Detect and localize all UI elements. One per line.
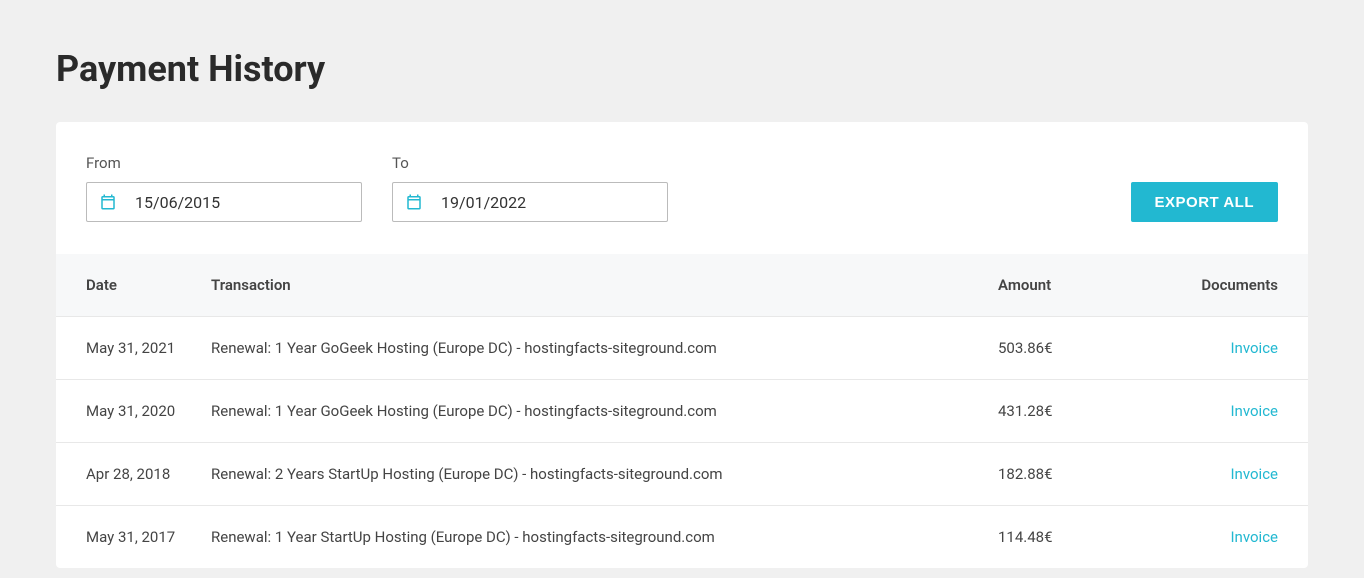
cell-amount: 431.28€ [998, 379, 1178, 442]
cell-date: May 31, 2021 [56, 316, 211, 379]
invoice-link[interactable]: Invoice [1230, 402, 1278, 420]
page-title: Payment History [56, 0, 1308, 122]
cell-documents: Invoice [1178, 379, 1308, 442]
header-transaction: Transaction [211, 254, 998, 316]
cell-documents: Invoice [1178, 442, 1308, 505]
cell-transaction: Renewal: 2 Years StartUp Hosting (Europe… [211, 442, 998, 505]
payments-table: Date Transaction Amount Documents May 31… [56, 254, 1308, 568]
export-all-button[interactable]: EXPORT ALL [1131, 182, 1278, 222]
calendar-icon [99, 193, 117, 211]
calendar-icon [405, 193, 423, 211]
to-date-input[interactable]: 19/01/2022 [392, 182, 668, 222]
table-row: May 31, 2017Renewal: 1 Year StartUp Host… [56, 505, 1308, 568]
table-header-row: Date Transaction Amount Documents [56, 254, 1308, 316]
panel: From 15/06/2015 To 19/01/2022 [56, 122, 1308, 568]
table-row: Apr 28, 2018Renewal: 2 Years StartUp Hos… [56, 442, 1308, 505]
cell-transaction: Renewal: 1 Year GoGeek Hosting (Europe D… [211, 379, 998, 442]
header-date: Date [56, 254, 211, 316]
from-field-group: From 15/06/2015 [86, 154, 362, 222]
cell-date: Apr 28, 2018 [56, 442, 211, 505]
cell-transaction: Renewal: 1 Year StartUp Hosting (Europe … [211, 505, 998, 568]
to-label: To [392, 154, 668, 172]
filter-bar: From 15/06/2015 To 19/01/2022 [56, 122, 1308, 254]
cell-date: May 31, 2017 [56, 505, 211, 568]
cell-amount: 114.48€ [998, 505, 1178, 568]
from-date-value: 15/06/2015 [135, 193, 220, 212]
table-row: May 31, 2021Renewal: 1 Year GoGeek Hosti… [56, 316, 1308, 379]
to-field-group: To 19/01/2022 [392, 154, 668, 222]
invoice-link[interactable]: Invoice [1230, 339, 1278, 357]
cell-amount: 182.88€ [998, 442, 1178, 505]
header-documents: Documents [1178, 254, 1308, 316]
from-label: From [86, 154, 362, 172]
invoice-link[interactable]: Invoice [1230, 465, 1278, 483]
table-row: May 31, 2020Renewal: 1 Year GoGeek Hosti… [56, 379, 1308, 442]
invoice-link[interactable]: Invoice [1230, 528, 1278, 546]
cell-date: May 31, 2020 [56, 379, 211, 442]
cell-documents: Invoice [1178, 505, 1308, 568]
to-date-value: 19/01/2022 [441, 193, 526, 212]
cell-documents: Invoice [1178, 316, 1308, 379]
cell-transaction: Renewal: 1 Year GoGeek Hosting (Europe D… [211, 316, 998, 379]
cell-amount: 503.86€ [998, 316, 1178, 379]
header-amount: Amount [998, 254, 1178, 316]
from-date-input[interactable]: 15/06/2015 [86, 182, 362, 222]
